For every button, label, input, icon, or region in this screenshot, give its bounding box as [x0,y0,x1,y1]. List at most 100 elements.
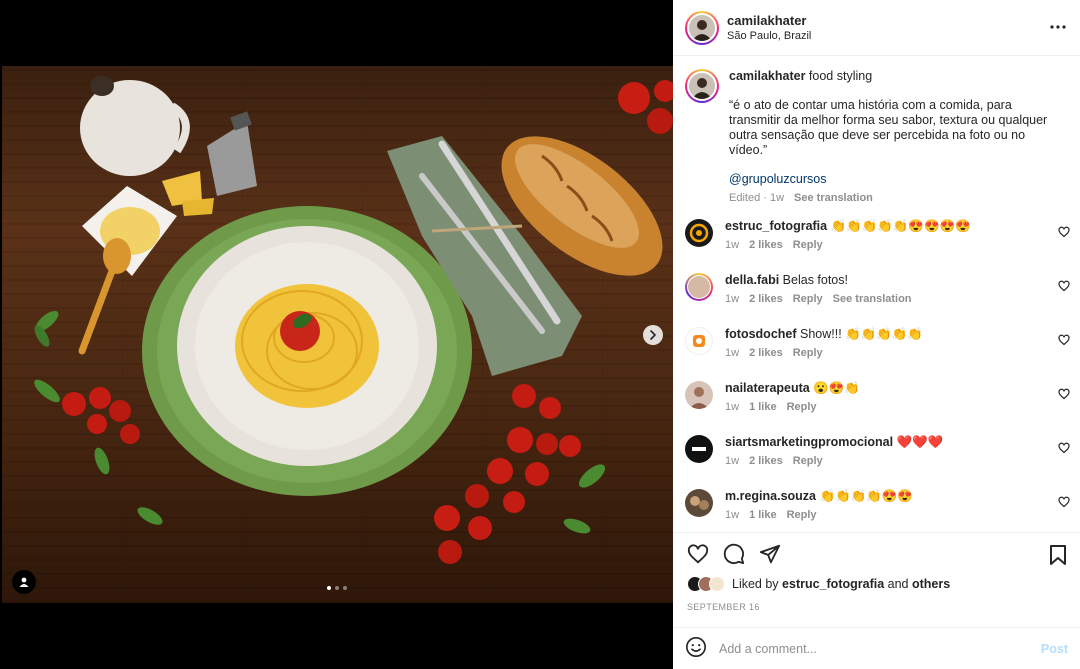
post-action-bar [673,532,1080,576]
person-icon [19,577,29,587]
like-button[interactable] [687,543,709,576]
heart-icon [1058,280,1070,292]
commenter-avatar[interactable] [685,435,713,463]
avatar-photo [692,78,712,99]
comment-icon [723,543,745,565]
liker-avatar[interactable] [709,576,725,592]
author-avatar[interactable] [685,10,719,45]
comment-like-button[interactable] [1058,388,1070,403]
comment-reply-button[interactable]: Reply [787,509,817,521]
commenter-username[interactable]: estruc_fotografia [725,219,827,233]
comment-text: ❤️❤️❤️ [896,435,944,449]
comment-reply-button[interactable]: Reply [793,455,823,467]
add-comment-input[interactable] [719,641,1041,656]
post-media [0,0,673,669]
heart-icon [1058,496,1070,508]
comment-likes[interactable]: 1 like [749,509,777,521]
commenter-username[interactable]: siartsmarketingpromocional [725,435,893,449]
comment-text: 👏👏👏👏😍😍 [819,489,913,503]
comment-reply-button[interactable]: Reply [787,401,817,413]
comment-time: 1w [725,401,740,413]
comment-likes[interactable]: 2 likes [749,347,783,359]
food-scene-illustration [34,76,673,564]
comment-item: fotosdochef Show!!! 👏👏👏👏👏 1w 2 likes Rep… [673,326,1080,380]
caption-edited-time: Edited · 1w [729,192,785,204]
post-caption: camilakhater food styling “é o ato de co… [673,57,1080,204]
comment-like-button[interactable] [1058,496,1070,511]
heart-icon [1058,388,1070,400]
food-photo[interactable] [2,66,673,603]
comment-likes[interactable]: 2 likes [749,293,783,305]
avatar-photo [689,387,709,409]
more-options-icon [1050,25,1066,29]
comment-text: Belas fotos! [782,273,848,287]
comment-item: nailaterapeuta 😮😍👏 1w 1 like Reply [673,380,1080,434]
comment-button[interactable] [723,543,745,576]
comment-item: estruc_fotografia 👏👏👏👏👏😍😍😍😍 1w 2 likes R… [673,218,1080,272]
heart-icon [1058,334,1070,346]
comments-list[interactable]: camilakhater food styling “é o ato de co… [673,57,1080,532]
send-icon [759,544,781,564]
comment-item: della.fabi Belas fotos! 1w 2 likes Reply… [673,272,1080,326]
commenter-avatar[interactable] [685,273,713,301]
comment-text: Show!!! 👏👏👏👏👏 [800,327,923,341]
carousel-indicator [327,586,347,590]
comment-likes[interactable]: 1 like [749,401,777,413]
share-button[interactable] [759,543,781,576]
carousel-dot [343,586,347,590]
comment-reply-button[interactable]: Reply [793,239,823,251]
comment-see-translation[interactable]: See translation [833,293,912,305]
author-username[interactable]: camilakhater [727,13,811,28]
heart-icon [1058,226,1070,238]
comment-likes[interactable]: 2 likes [749,239,783,251]
next-photo-button[interactable] [643,325,663,345]
comment-time: 1w [725,293,740,305]
carousel-dot [335,586,339,590]
liked-by-prefix: Liked by [732,577,779,591]
comment-like-button[interactable] [1058,280,1070,295]
caption-mention-link[interactable]: @grupoluzcursos [729,172,1059,186]
caption-see-translation[interactable]: See translation [794,192,873,204]
commenter-avatar[interactable] [685,327,713,355]
caption-first-line: food styling [808,69,873,83]
caption-username[interactable]: camilakhater [729,69,805,83]
comment-like-button[interactable] [1058,334,1070,349]
commenter-username[interactable]: della.fabi [725,273,779,287]
save-button[interactable] [1048,544,1068,569]
commenter-avatar[interactable] [685,381,713,409]
commenter-username[interactable]: m.regina.souza [725,489,816,503]
liked-by-user[interactable]: estruc_fotografia [782,577,884,591]
comment-likes[interactable]: 2 likes [749,455,783,467]
liked-by-row: Liked by estruc_fotografia and others [687,576,950,592]
post-comment-button[interactable]: Post [1041,642,1068,656]
comment-reply-button[interactable]: Reply [793,347,823,359]
carousel-dot-active [327,586,331,590]
commenter-username[interactable]: fotosdochef [725,327,797,341]
emoji-button[interactable] [685,636,707,661]
post-date[interactable]: SEPTEMBER 16 [687,602,760,612]
comment-item: siartsmarketingpromocional ❤️❤️❤️ 1w 2 l… [673,434,1080,488]
caption-quote: “é o ato de contar uma história com a co… [729,98,1048,157]
comment-like-button[interactable] [1058,442,1070,457]
post-location[interactable]: São Paulo, Brazil [727,30,811,42]
comment-like-button[interactable] [1058,226,1070,241]
comment-time: 1w [725,455,740,467]
comment-text: 😮😍👏 [813,381,860,395]
post-header: camilakhater São Paulo, Brazil [673,0,1080,56]
commenter-avatar[interactable] [685,219,713,247]
comment-reply-button[interactable]: Reply [793,293,823,305]
avatar-photo [690,496,709,510]
more-options-button[interactable] [1050,18,1066,39]
bookmark-icon [1050,545,1066,565]
tagged-users-button[interactable] [12,570,36,594]
commenter-avatar[interactable] [685,489,713,517]
heart-icon [687,544,709,564]
caption-author-avatar[interactable] [685,69,719,103]
chevron-right-icon [650,330,656,340]
commenter-username[interactable]: nailaterapeuta [725,381,810,395]
heart-icon [1058,442,1070,454]
comment-time: 1w [725,347,740,359]
liked-by-others[interactable]: others [912,577,950,591]
comment-item: m.regina.souza 👏👏👏👏😍😍 1w 1 like Reply [673,488,1080,532]
avatar-photo [692,19,712,41]
